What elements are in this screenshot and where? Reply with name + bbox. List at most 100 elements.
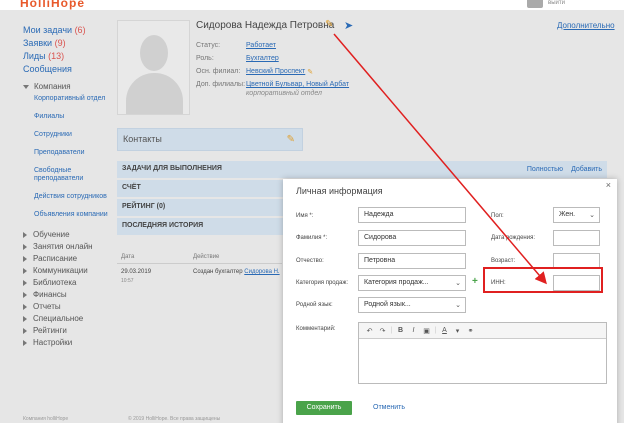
status-row: Статус: Работает bbox=[196, 42, 276, 49]
nav-section[interactable]: Рейтинги bbox=[23, 325, 113, 337]
triangle-right-icon bbox=[23, 280, 27, 286]
nav-section[interactable]: Настройки bbox=[23, 337, 113, 349]
nav-label: Лиды bbox=[23, 51, 46, 61]
more-link[interactable]: Дополнительно bbox=[557, 21, 615, 30]
contacts-title: Контакты bbox=[123, 134, 162, 144]
subnav-branches[interactable]: Филиалы bbox=[34, 113, 113, 121]
patronymic-input[interactable]: Петровна bbox=[358, 253, 466, 269]
history-col-action: Действие bbox=[193, 254, 220, 260]
subnav-announcements[interactable]: Объявления компании bbox=[34, 211, 113, 219]
nav-label: Заявки bbox=[23, 38, 53, 48]
role-label: Роль: bbox=[196, 55, 214, 62]
surname-input[interactable]: Сидорова bbox=[358, 230, 466, 246]
redo-icon[interactable]: ↷ bbox=[376, 327, 389, 335]
history-title: ПОСЛЕДНЯЯ ИСТОРИЯ bbox=[122, 222, 204, 229]
nav-count: (9) bbox=[54, 38, 66, 48]
nav-label: Настройки bbox=[33, 338, 73, 347]
undo-icon[interactable]: ↶ bbox=[363, 327, 376, 335]
add-icon[interactable]: + bbox=[472, 276, 478, 287]
pencil-icon[interactable]: ✎ bbox=[307, 68, 313, 76]
nav-section[interactable]: Отчеты bbox=[23, 301, 113, 313]
footer-company: Компания holliHope bbox=[23, 416, 69, 422]
subnav-employees[interactable]: Сотрудники bbox=[34, 131, 113, 139]
subnav-teachers[interactable]: Преподаватели bbox=[34, 149, 113, 157]
nav-section[interactable]: Занятия онлайн bbox=[23, 241, 113, 253]
nav-label: Компания bbox=[34, 82, 71, 91]
category-value: Категория продаж... bbox=[364, 279, 429, 286]
logo[interactable]: HolliHope bbox=[20, 0, 85, 10]
nav-section[interactable]: Библиотека bbox=[23, 277, 113, 289]
nav-section[interactable]: Коммуникации bbox=[23, 265, 113, 277]
role-value[interactable]: Бухгалтер bbox=[246, 55, 279, 62]
cancel-button[interactable]: Отменить bbox=[373, 404, 405, 411]
user-avatar[interactable] bbox=[527, 0, 543, 8]
contacts-panel: Контакты ✎ bbox=[117, 128, 303, 151]
dropdown-icon[interactable]: ▾ bbox=[451, 327, 464, 335]
extra-branches-value[interactable]: Цветной Бульвар, Новый Арбат bbox=[246, 81, 349, 88]
history-col-date: Дата bbox=[121, 254, 135, 260]
tasks-title: ЗАДАЧИ ДЛЯ ВЫПОЛНЕНИЯ bbox=[122, 165, 222, 172]
tasks-bar[interactable]: ЗАДАЧИ ДЛЯ ВЫПОЛНЕНИЯ Полностью Добавить bbox=[117, 161, 607, 180]
avatar-head bbox=[140, 35, 168, 71]
history-date: 29.03.2019 bbox=[121, 269, 152, 275]
nav-leads[interactable]: Лиды (13) bbox=[23, 50, 113, 63]
nav-section[interactable]: Расписание bbox=[23, 253, 113, 265]
nav-company[interactable]: Компания bbox=[23, 82, 113, 91]
company-subnav: Корпоративный отдел Филиалы Сотрудники П… bbox=[23, 95, 113, 219]
tasks-full-link[interactable]: Полностью bbox=[527, 166, 563, 173]
nav-messages[interactable]: Сообщения bbox=[23, 63, 113, 76]
inn-label: ИНН: bbox=[491, 280, 506, 286]
nav-label: Библиотека bbox=[33, 278, 77, 287]
triangle-right-icon bbox=[23, 244, 27, 250]
history-link[interactable]: Сидорова Н. bbox=[244, 269, 279, 275]
paste-icon[interactable]: ▣ bbox=[420, 327, 433, 335]
nav-label: Коммуникации bbox=[33, 266, 88, 275]
history-action: Создан бухгалтер bbox=[193, 269, 243, 275]
nav-section[interactable]: Финансы bbox=[23, 289, 113, 301]
inn-input[interactable] bbox=[553, 275, 600, 291]
divider bbox=[117, 263, 282, 264]
save-button[interactable]: Сохранить bbox=[296, 401, 352, 415]
nav-label: Обучение bbox=[33, 230, 70, 239]
nav-requests[interactable]: Заявки (9) bbox=[23, 37, 113, 50]
subnav-free-teachers[interactable]: Свободные преподаватели bbox=[34, 167, 113, 183]
gender-select[interactable]: Жен. ⌄ bbox=[553, 207, 600, 223]
nav-section[interactable]: Обучение bbox=[23, 229, 113, 241]
comment-editor[interactable]: ↶ ↷ | B I ▣ | A ▾ ⚭ bbox=[358, 322, 607, 384]
language-select[interactable]: Родной язык... ⌄ bbox=[358, 297, 466, 313]
italic-icon[interactable]: I bbox=[407, 327, 420, 334]
nav-label: Отчеты bbox=[33, 302, 61, 311]
tasks-add-link[interactable]: Добавить bbox=[571, 166, 602, 173]
subnav-corporate[interactable]: Корпоративный отдел bbox=[34, 95, 113, 103]
age-label: Возраст: bbox=[491, 258, 516, 264]
triangle-right-icon bbox=[23, 256, 27, 262]
nav-my-tasks[interactable]: Мои задачи (6) bbox=[23, 24, 113, 37]
pencil-icon[interactable]: ✎ bbox=[287, 134, 295, 145]
subnav-employee-actions[interactable]: Действия сотрудников bbox=[34, 193, 113, 201]
main-branch-value[interactable]: Невский Проспект bbox=[246, 68, 305, 76]
status-value[interactable]: Работает bbox=[246, 42, 276, 49]
nav-count: (6) bbox=[74, 25, 86, 35]
comment-label: Комментарий: bbox=[296, 326, 336, 332]
role-row: Роль: Бухгалтер bbox=[196, 55, 279, 62]
send-message-icon[interactable]: ➤ bbox=[344, 19, 353, 32]
patronymic-label: Отчество: bbox=[296, 258, 324, 264]
close-icon[interactable]: × bbox=[606, 180, 611, 190]
pencil-icon[interactable]: ✎ bbox=[325, 19, 333, 30]
surname-label: Фамилия *: bbox=[296, 235, 328, 241]
birthdate-input[interactable] bbox=[553, 230, 600, 246]
bold-icon[interactable]: B bbox=[394, 327, 407, 334]
link-icon[interactable]: ⚭ bbox=[464, 327, 477, 335]
text-color-icon[interactable]: A bbox=[438, 327, 451, 334]
birthdate-label: Дата рождения: bbox=[491, 235, 535, 241]
profile-photo bbox=[117, 20, 190, 115]
triangle-down-icon bbox=[23, 84, 29, 89]
history-text: Создан бухгалтер Сидорова Н. bbox=[193, 269, 280, 275]
history-time: 10:57 bbox=[121, 278, 134, 284]
category-select[interactable]: Категория продаж... ⌄ bbox=[358, 275, 466, 291]
nav-section[interactable]: Специальное bbox=[23, 313, 113, 325]
name-input[interactable]: Надежда bbox=[358, 207, 466, 223]
logout-link[interactable]: выйти bbox=[548, 0, 565, 6]
tasks-links: Полностью Добавить bbox=[519, 166, 602, 173]
triangle-right-icon bbox=[23, 340, 27, 346]
